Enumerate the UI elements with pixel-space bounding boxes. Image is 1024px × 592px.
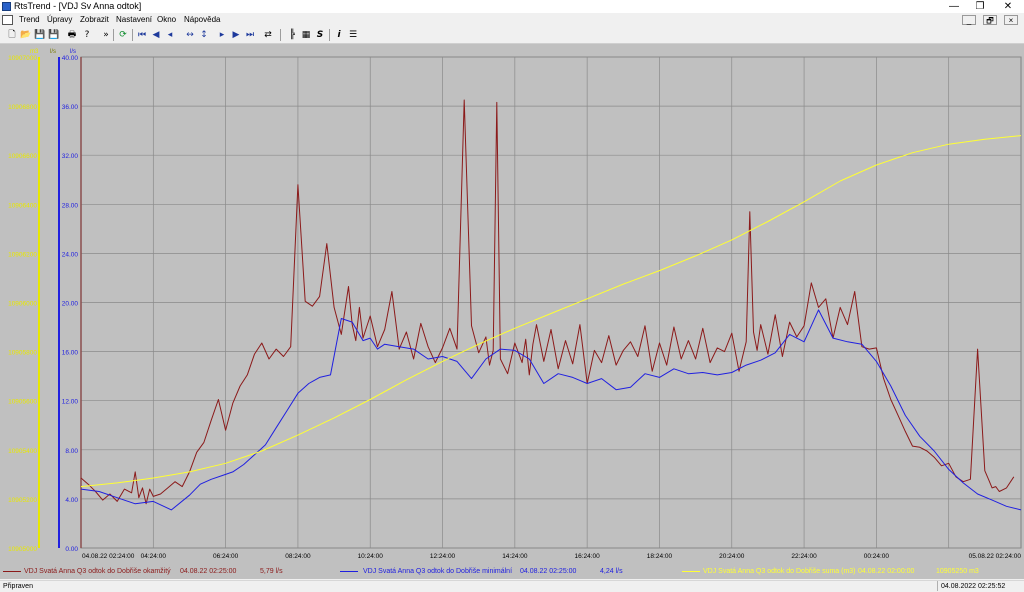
title-bar: RtsTrend - [VDJ Sv Anna odtok] — ❐ ✕ <box>0 0 1024 13</box>
sum-axis-tick-label: 10905200 <box>8 497 37 504</box>
sum-axis-tick-label: 10907000 <box>8 55 37 62</box>
list-icon[interactable]: ☰ <box>347 29 359 41</box>
mdi-minimize-button[interactable]: _ <box>962 15 976 25</box>
save-as-icon[interactable]: 💾 <box>48 29 60 41</box>
document-icon[interactable] <box>2 15 13 25</box>
min-axis-tick-label: 40.00 <box>62 55 79 62</box>
sum-axis-tick-label: 10905600 <box>8 399 37 406</box>
mdi-restore-button[interactable]: 🗗 <box>983 15 997 25</box>
close-button[interactable]: ✕ <box>994 0 1022 13</box>
sum-axis-unit: m3 <box>30 49 39 55</box>
last-icon[interactable]: ⏭ <box>244 29 256 41</box>
sum-axis-tick-label: 10905400 <box>8 448 37 455</box>
menu-nastaveni[interactable]: Nastavení <box>116 13 152 27</box>
refresh-icon[interactable]: ⟳ <box>117 29 129 41</box>
overflow-icon[interactable]: » <box>100 29 112 41</box>
legend-series3-time: 04.08.22 02:00:00 <box>858 568 915 575</box>
chart-settings-icon[interactable]: ╠ <box>286 29 298 41</box>
legend-series2-name: VDJ Svatá Anna Q3 odtok do Dobřiše minim… <box>363 568 513 575</box>
legend-swatch <box>3 571 21 572</box>
min-axis-tick-label: 20.00 <box>62 301 79 308</box>
menu-bar <box>0 13 1024 27</box>
legend-series1-value: 5,79 l/s <box>260 568 283 575</box>
toolbar-separator <box>113 29 114 41</box>
first-icon[interactable]: ⏮ <box>136 29 148 41</box>
prev-page-icon[interactable]: ◀ <box>150 29 162 41</box>
inst-axis-unit: l/s <box>50 49 56 55</box>
legend-series1-time: 04.08.22 02:25:00 <box>180 568 237 575</box>
x-axis-tick-label: 22:24:00 <box>791 553 817 560</box>
menu-zobrazit[interactable]: Zobrazit <box>80 13 109 27</box>
mdi-close-button[interactable]: × <box>1004 15 1018 25</box>
status-datetime: 04.08.2022 02:25:52 <box>937 581 1021 591</box>
x-axis-tick-label: 14:24:00 <box>502 553 528 560</box>
menu-trend[interactable]: Trend <box>19 13 40 27</box>
x-axis-tick-label: 08:24:00 <box>285 553 311 560</box>
legend-series1-name: VDJ Svatá Anna Q3 odtok do Dobřiše okamž… <box>24 568 171 575</box>
sum-axis-tick-label: 10906800 <box>8 104 37 111</box>
x-axis-tick-label: 12:24:00 <box>430 553 456 560</box>
legend-swatch <box>682 571 700 572</box>
legend-series2-time: 04.08.22 02:25:00 <box>520 568 577 575</box>
table-icon[interactable]: ▦ <box>300 29 312 41</box>
sum-axis-tick-label: 10906200 <box>8 251 37 258</box>
trend-chart-svg[interactable]: 10905000 0.00 10905200 4.00 10905400 8.00 1090… <box>0 44 1024 565</box>
script-icon[interactable]: S <box>314 29 326 41</box>
x-axis-tick-label: 04:24:00 <box>141 553 167 560</box>
open-icon[interactable]: 📂 <box>20 29 32 41</box>
min-axis-tick-label: 28.00 <box>62 202 79 209</box>
toolbar-separator <box>329 29 330 41</box>
legend-series2-value: 4,24 l/s <box>600 568 623 575</box>
x-axis-tick-label: 10:24:00 <box>358 553 384 560</box>
restore-button[interactable]: ❐ <box>966 0 994 13</box>
status-bar: Připraven 04.08.2022 02:25:52 <box>0 580 1024 592</box>
zoom-horizontal-icon[interactable]: ↔ <box>184 29 196 41</box>
min-axis-unit: l/s <box>70 49 76 55</box>
prev-icon[interactable]: ◂ <box>164 29 176 41</box>
x-axis-tick-label: 20:24:00 <box>719 553 745 560</box>
min-axis-tick-label: 36.00 <box>62 104 79 111</box>
save-icon[interactable]: 💾 <box>34 29 46 41</box>
x-axis-tick-label: 04.08.22 02:24:00 <box>82 553 135 560</box>
menu-napoveda[interactable]: Nápověda <box>184 13 220 27</box>
export-icon[interactable]: ⇄ <box>262 29 274 41</box>
legend-series3-value: 10905250 m3 <box>936 568 979 575</box>
min-axis-tick-label: 32.00 <box>62 153 79 160</box>
next-icon[interactable]: ▸ <box>216 29 228 41</box>
toolbar-separator <box>132 29 133 41</box>
x-axis-tick-label: 16:24:00 <box>574 553 600 560</box>
minimize-button[interactable]: — <box>940 0 968 13</box>
min-axis-tick-label: 16.00 <box>62 350 79 357</box>
status-text: Připraven <box>3 583 33 590</box>
sum-axis-tick-label: 10906000 <box>8 301 37 308</box>
info-icon[interactable]: i <box>333 29 345 41</box>
next-page-icon[interactable]: ▶ <box>230 29 242 41</box>
min-axis-tick-label: 12.00 <box>62 399 79 406</box>
help-icon[interactable]: ? <box>81 29 93 41</box>
sum-axis-tick-label: 10906600 <box>8 153 37 160</box>
new-icon[interactable]: 🗋 <box>6 29 18 41</box>
zoom-vertical-icon[interactable]: ↕ <box>198 29 210 41</box>
app-icon <box>2 2 11 11</box>
sum-axis-tick-label: 10905000 <box>8 546 37 553</box>
legend-series3-name: VDJ Svatá Anna Q3 odtok do Dobřiše suma … <box>703 568 856 575</box>
trend-chart[interactable]: 10905000 0.00 10905200 4.00 10905400 8.00 1090… <box>0 44 1024 565</box>
print-icon[interactable]: 🖶 <box>66 29 78 41</box>
x-axis-tick-label: 00:24:00 <box>864 553 890 560</box>
x-axis-tick-label: 18:24:00 <box>647 553 673 560</box>
toolbar-separator <box>280 29 281 41</box>
x-axis-tick-label: 06:24:00 <box>213 553 239 560</box>
menu-okno[interactable]: Okno <box>157 13 176 27</box>
sum-axis-tick-label: 10905800 <box>8 350 37 357</box>
x-axis-tick-label: 05.08.22 02:24:00 <box>969 553 1022 560</box>
sum-axis-tick-label: 10906400 <box>8 202 37 209</box>
legend-bar: VDJ Svatá Anna Q3 odtok do Dobřiše okamž… <box>0 565 1024 579</box>
min-axis-tick-label: 8.00 <box>65 448 78 455</box>
menu-upravy[interactable]: Úpravy <box>47 13 72 27</box>
legend-swatch <box>340 571 358 572</box>
window-title: RtsTrend - [VDJ Sv Anna odtok] <box>14 1 142 11</box>
min-axis-tick-label: 24.00 <box>62 251 79 258</box>
min-axis-tick-label: 4.00 <box>65 497 78 504</box>
min-axis-tick-label: 0.00 <box>65 546 78 553</box>
